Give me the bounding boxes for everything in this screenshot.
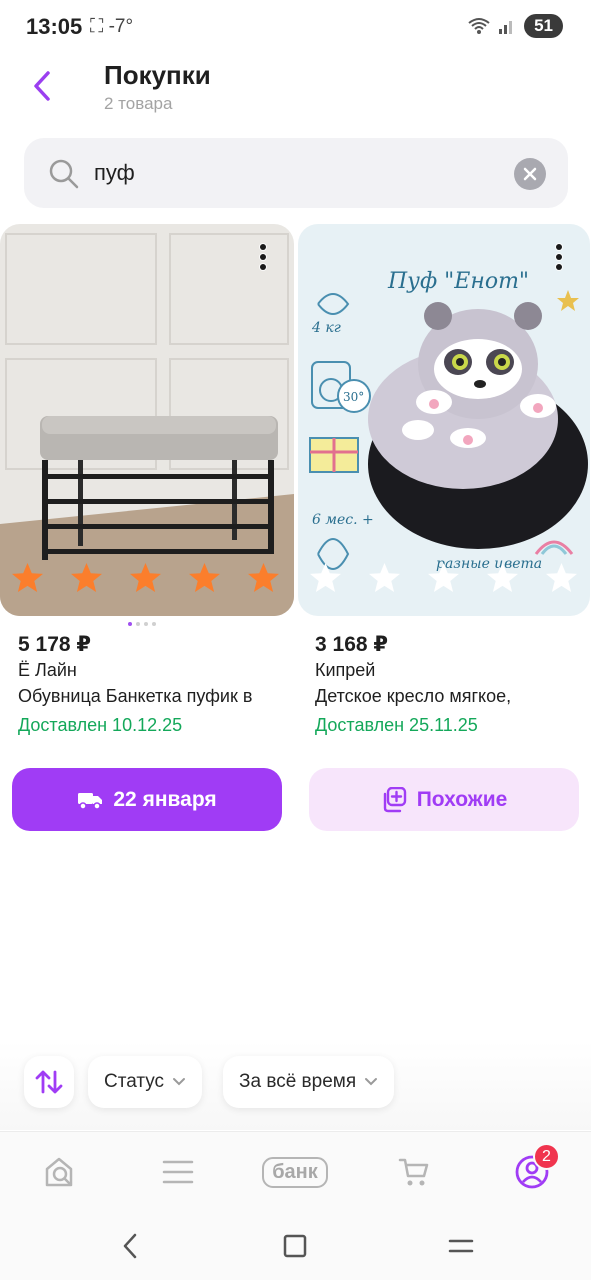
system-back-button[interactable] xyxy=(110,1229,150,1263)
wifi-icon xyxy=(468,18,490,34)
product-brand[interactable]: Ё Лайн xyxy=(18,660,77,681)
status-time: 13:05 xyxy=(26,14,83,39)
system-home-button[interactable] xyxy=(275,1229,315,1263)
square-icon xyxy=(283,1234,307,1258)
raccoon-chair-photo: Пуф "Енот" 4 кг 30° 6 мес. + разные цвет… xyxy=(298,224,590,616)
back-button[interactable] xyxy=(24,66,60,106)
status-bar: 13:05 ⛶ -7° 51 xyxy=(0,0,591,56)
pagination-dot xyxy=(144,622,148,626)
chevron-left-icon xyxy=(123,1233,137,1259)
period-filter-label: За всё время xyxy=(239,1071,357,1092)
svg-text:6 мес. +: 6 мес. + xyxy=(312,512,374,528)
status-right-icons: 51 xyxy=(468,14,563,38)
cart-icon xyxy=(398,1158,429,1186)
home-search-icon xyxy=(45,1157,73,1187)
product-brand[interactable]: Кипрей xyxy=(315,660,375,681)
delivery-date-button[interactable]: 22 января xyxy=(12,768,282,831)
system-recents-button[interactable] xyxy=(441,1229,481,1263)
bench-photo xyxy=(0,224,294,616)
page-title: Покупки xyxy=(104,60,211,90)
pagination-dot xyxy=(128,622,132,626)
star-icon[interactable] xyxy=(367,561,402,596)
sort-button[interactable] xyxy=(24,1056,74,1108)
star-icon[interactable] xyxy=(308,561,343,596)
chevron-down-icon xyxy=(365,1078,378,1086)
search-input[interactable] xyxy=(94,154,494,192)
product-name[interactable]: Обувница Банкетка пуфик в xyxy=(18,686,288,707)
clear-search-button[interactable] xyxy=(514,158,546,190)
status-left-icons: ⛶ -7° xyxy=(90,16,134,37)
nav-catalog[interactable] xyxy=(158,1150,198,1194)
profile-notification-badge: 2 xyxy=(533,1143,560,1170)
product-image-raccoon-chair[interactable]: Пуф "Енот" 4 кг 30° 6 мес. + разные цвет… xyxy=(298,224,590,616)
sort-arrows-icon xyxy=(35,1070,63,1094)
close-icon xyxy=(523,167,537,181)
image-pagination-dots xyxy=(128,622,156,626)
menu-icon xyxy=(162,1160,194,1184)
page-subtitle: 2 товара xyxy=(104,94,173,113)
product-price: 3 168 ₽ xyxy=(315,633,388,656)
search-icon xyxy=(49,159,79,189)
delivery-date-label: 22 января xyxy=(113,787,217,811)
status-filter-dropdown[interactable]: Статус xyxy=(88,1056,203,1108)
similar-icon xyxy=(383,786,406,812)
nav-bank[interactable]: банк xyxy=(258,1150,332,1194)
battery-indicator: 51 xyxy=(524,14,563,38)
product-price: 5 178 ₽ xyxy=(18,633,91,656)
star-icon[interactable] xyxy=(10,561,45,596)
nav-home[interactable] xyxy=(40,1150,80,1194)
star-icon[interactable] xyxy=(187,561,222,596)
star-icon[interactable] xyxy=(246,561,281,596)
search-box[interactable] xyxy=(24,138,568,208)
pagination-dot xyxy=(136,622,140,626)
star-icon[interactable] xyxy=(128,561,163,596)
svg-text:4 кг: 4 кг xyxy=(311,320,341,336)
pagination-dot xyxy=(152,622,156,626)
similar-products-button[interactable]: Похожие xyxy=(309,768,579,831)
status-filter-label: Статус xyxy=(104,1071,165,1092)
rating-stars[interactable] xyxy=(308,561,579,596)
rating-stars[interactable] xyxy=(10,561,281,596)
star-icon[interactable] xyxy=(69,561,104,596)
bottom-navigation: банк xyxy=(0,1131,591,1211)
nav-cart[interactable] xyxy=(394,1150,434,1194)
chevron-left-icon xyxy=(34,71,50,101)
star-icon[interactable] xyxy=(544,561,579,596)
more-options-button[interactable] xyxy=(252,240,274,274)
signal-icon xyxy=(499,21,513,34)
svg-text:Пуф "Енот": Пуф "Енот" xyxy=(387,269,529,294)
chevron-down-icon xyxy=(173,1078,186,1086)
bank-label: банк xyxy=(262,1156,328,1188)
product-image-bench[interactable] xyxy=(0,224,294,616)
delivery-status: Доставлен 10.12.25 xyxy=(18,715,183,735)
similar-label: Похожие xyxy=(416,787,508,811)
more-options-button[interactable] xyxy=(548,240,570,274)
svg-text:30°: 30° xyxy=(343,390,364,404)
truck-icon xyxy=(78,792,103,810)
menu-icon xyxy=(448,1239,474,1253)
product-name[interactable]: Детское кресло мягкое, xyxy=(315,686,585,707)
star-icon[interactable] xyxy=(485,561,520,596)
delivery-status: Доставлен 25.11.25 xyxy=(315,715,478,735)
period-filter-dropdown[interactable]: За всё время xyxy=(223,1056,395,1108)
star-icon[interactable] xyxy=(426,561,461,596)
system-navigation-bar xyxy=(0,1211,591,1280)
